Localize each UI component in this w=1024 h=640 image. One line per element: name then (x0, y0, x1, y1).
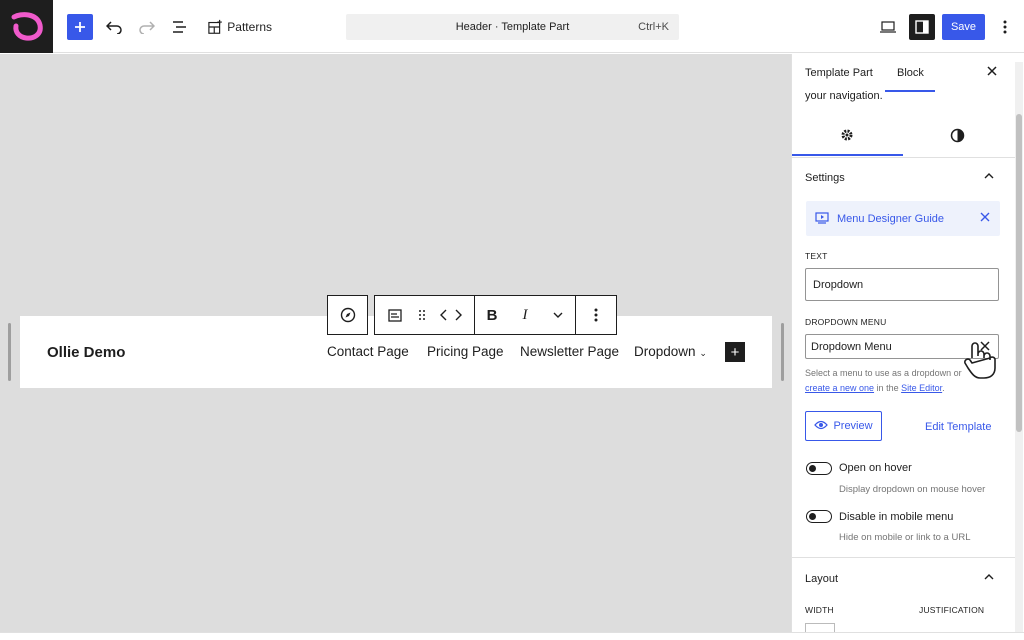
nav-item-contact[interactable]: Contact Page (327, 344, 409, 359)
dismiss-guide-icon[interactable] (980, 212, 990, 225)
save-button[interactable]: Save (942, 14, 985, 40)
tab-block[interactable]: Block (897, 67, 924, 79)
width-label: WIDTH (805, 605, 834, 615)
block-type-icon[interactable] (375, 296, 415, 334)
patterns-label: Patterns (227, 20, 272, 34)
styles-icon[interactable] (950, 128, 965, 147)
edit-template-link[interactable]: Edit Template (925, 421, 991, 433)
command-palette[interactable]: Header · Template Part Ctrl+K (346, 14, 679, 40)
layout-panel-title[interactable]: Layout (805, 573, 838, 585)
block-toolbar-parent (327, 295, 368, 335)
dropdown-menu-label: DROPDOWN MENU (805, 317, 887, 327)
dropdown-help-text: Select a menu to use as a dropdown or cr… (805, 366, 975, 396)
settings-panel-title[interactable]: Settings (805, 172, 845, 184)
drag-handle-icon[interactable] (415, 296, 429, 334)
open-on-hover-toggle[interactable] (806, 462, 832, 475)
italic-icon[interactable]: I (509, 296, 541, 334)
eye-icon (814, 420, 829, 433)
truncated-description: your navigation. (805, 90, 883, 102)
sidebar-scrollbar[interactable] (1015, 62, 1023, 632)
add-block-button[interactable] (67, 14, 93, 40)
chevron-down-icon: ⌄ (699, 348, 707, 358)
resize-handle-left[interactable] (8, 323, 11, 381)
chevron-up-icon[interactable] (984, 170, 994, 182)
preview-button[interactable]: Preview (805, 411, 882, 441)
command-shortcut: Ctrl+K (638, 21, 669, 33)
panel-divider (792, 557, 1016, 558)
scrollbar-thumb[interactable] (1016, 114, 1022, 432)
gear-icon[interactable] (840, 128, 854, 146)
block-toolbar: B I (374, 295, 617, 335)
guide-label: Menu Designer Guide (837, 213, 945, 225)
top-toolbar: Patterns Header · Template Part Ctrl+K S… (0, 0, 1024, 53)
preview-label: Preview (833, 420, 873, 432)
video-icon (815, 212, 829, 227)
more-formats-chevron-icon[interactable] (541, 296, 575, 334)
hand-pointer-cursor-icon (962, 340, 998, 388)
resize-handle-right[interactable] (781, 323, 784, 381)
create-menu-link[interactable]: create a new one (805, 383, 874, 393)
device-preview-icon[interactable] (878, 13, 898, 41)
inspector-tabs (792, 116, 1016, 158)
site-title[interactable]: Ollie Demo (47, 344, 125, 361)
nav-item-pricing[interactable]: Pricing Page (427, 344, 504, 359)
dropdown-menu-value: Dropdown Menu (811, 340, 892, 353)
bold-icon[interactable]: B (475, 296, 509, 334)
disable-mobile-help: Hide on mobile or link to a URL (839, 532, 971, 543)
site-logo-icon[interactable] (0, 0, 53, 53)
help-prefix: Select a menu to use as a dropdown or (805, 368, 962, 378)
tab-template-part[interactable]: Template Part (805, 67, 873, 79)
patterns-button[interactable]: Patterns (208, 13, 272, 41)
width-control[interactable] (805, 623, 835, 632)
site-editor-link[interactable]: Site Editor (901, 383, 942, 393)
patterns-icon (208, 19, 222, 34)
block-options-icon[interactable] (576, 296, 616, 334)
layout-chevron-up-icon[interactable] (984, 571, 994, 583)
help-end: . (942, 383, 945, 393)
move-arrows-icon[interactable] (429, 296, 473, 334)
sidebar-icon (915, 20, 929, 34)
menu-designer-guide-notice[interactable]: Menu Designer Guide (806, 201, 1000, 236)
help-mid: in the (876, 383, 899, 393)
breadcrumb-bar (0, 632, 1024, 640)
text-field[interactable]: Dropdown (805, 268, 999, 301)
undo-icon[interactable] (104, 13, 124, 41)
command-title: Header · Template Part (455, 21, 570, 33)
close-icon[interactable] (986, 64, 998, 82)
active-tab-indicator (885, 90, 935, 92)
nav-item-dropdown[interactable]: Dropdown ⌄ (634, 344, 707, 359)
active-inspector-tab (792, 154, 903, 156)
sidebar-tabs: Template Part Block (792, 54, 1024, 92)
nav-item-newsletter[interactable]: Newsletter Page (520, 344, 619, 359)
redo-icon[interactable] (137, 13, 157, 41)
document-overview-icon[interactable] (170, 13, 190, 41)
open-on-hover-help: Display dropdown on mouse hover (839, 484, 986, 495)
nav-item-dropdown-label: Dropdown (634, 344, 696, 359)
add-nav-item-button[interactable]: + (725, 342, 745, 362)
text-field-label: TEXT (805, 251, 828, 261)
compass-icon[interactable] (328, 296, 367, 334)
settings-sidebar-toggle[interactable] (909, 14, 935, 40)
justification-label: JUSTIFICATION (919, 605, 985, 615)
text-field-value: Dropdown (813, 278, 864, 291)
options-icon[interactable] (998, 13, 1012, 41)
disable-mobile-label: Disable in mobile menu (839, 511, 954, 523)
disable-mobile-toggle[interactable] (806, 510, 832, 523)
open-on-hover-label: Open on hover (839, 462, 912, 474)
